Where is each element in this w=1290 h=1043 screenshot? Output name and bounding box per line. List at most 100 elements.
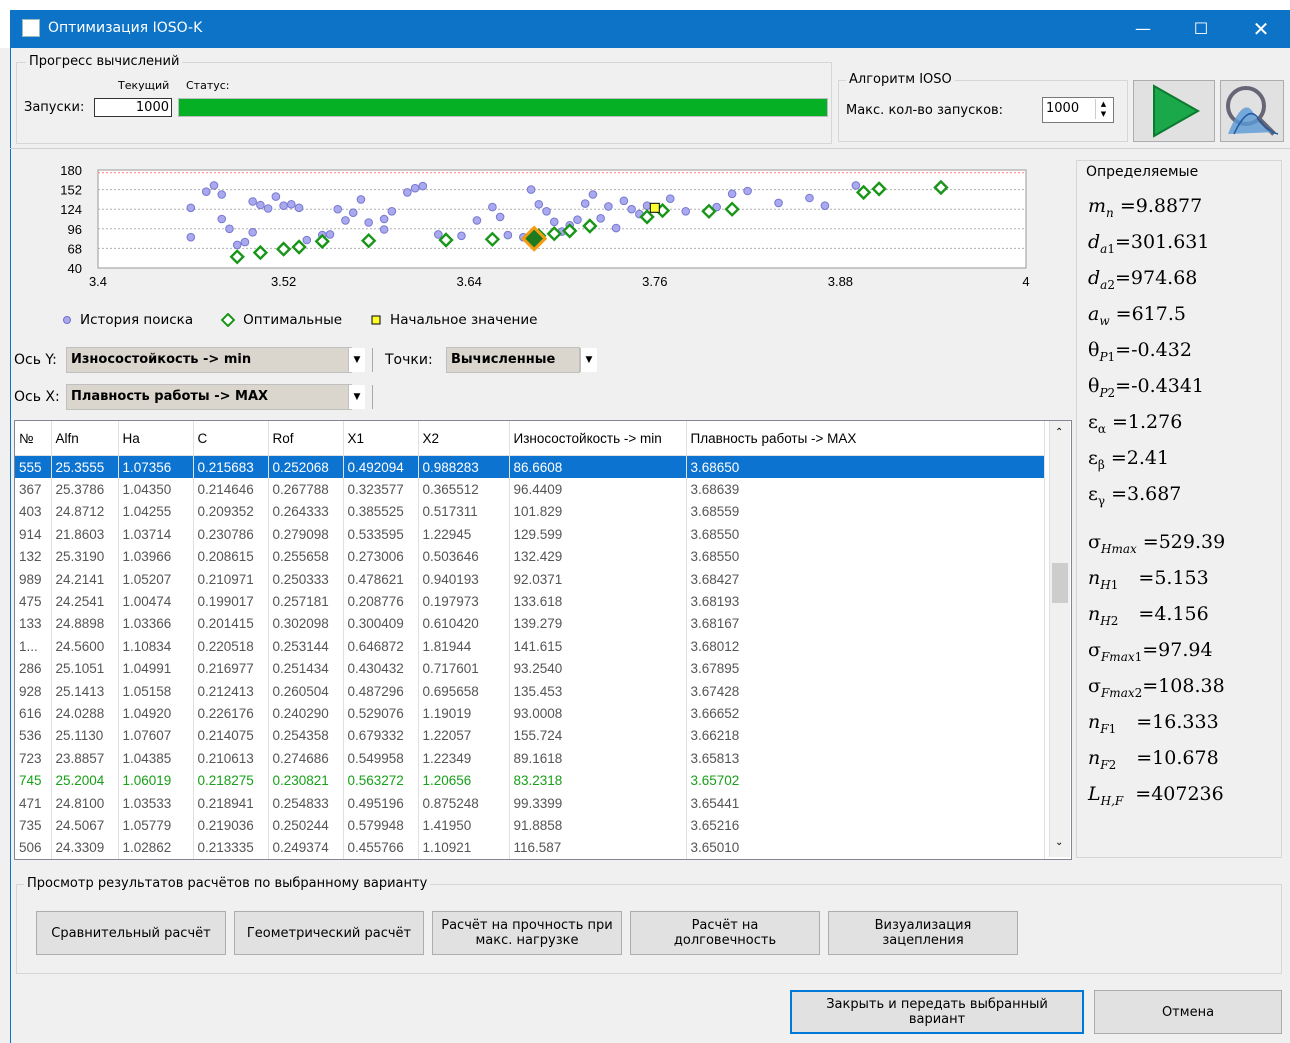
table-cell: 0.218941 [193,791,269,815]
table-cell: 0.517311 [418,500,510,524]
x-axis-dropdown-icon[interactable]: ▼ [348,385,365,409]
column-header[interactable]: C [193,421,269,456]
table-cell: 0.279098 [268,523,344,546]
history-point [549,217,559,227]
table-cell: 1.04255 [118,500,194,524]
table-cell: 3.68650 [686,455,1045,479]
table-cell: 3.68550 [686,545,1045,568]
max-runs-spinner[interactable]: 1000 ▲ ▼ [1042,97,1114,123]
table-cell: 0.563272 [343,769,419,792]
compare-calc-button[interactable]: Сравнительный расчёт [36,911,226,955]
y-axis-select[interactable]: Износостойкость -> min [66,347,352,373]
cancel-button[interactable]: Отмена [1094,990,1282,1034]
table-row[interactable]: 1... 24.5600 1.10834 0.220518 0.253144 0.6468… [15,635,1045,658]
column-header[interactable]: Alfn [51,421,119,456]
window-title: Оптимизация IOSO-K [48,20,203,36]
table-row[interactable]: 286 25.1051 1.04991 0.216977 0.251434 0.43043… [15,657,1045,680]
results-table-container[interactable]: № Alfn Ha C Rof X1 X2 Износостойкость -> min Пла… [14,420,1072,860]
spinner-arrows-icon[interactable]: ▲ ▼ [1095,99,1111,119]
strength-calc-button[interactable]: Расчёт на прочность при макс. нагрузке [432,911,622,955]
surface-plot-button[interactable] [1220,80,1284,142]
points-dropdown-icon[interactable]: ▼ [580,348,597,372]
table-cell: 0.323577 [343,478,419,501]
table-row[interactable]: 475 24.2541 1.00474 0.199017 0.257181 0.20877… [15,590,1045,613]
table-cell: 0.533595 [343,523,419,546]
table-cell: 0.218275 [193,769,269,792]
table-row[interactable]: 471 24.8100 1.03533 0.218941 0.254833 0.49519… [15,791,1045,815]
history-point [727,189,737,199]
scroll-up-icon[interactable]: ⌃ [1055,427,1063,438]
table-cell: 0.230786 [193,523,269,546]
table-row[interactable]: 133 24.8898 1.03366 0.201415 0.302098 0.30040… [15,612,1045,636]
table-cell: 471 [15,791,52,815]
table-cell: 0.226176 [193,702,269,725]
table-cell: 1.04920 [118,702,194,725]
surface-plot-icon [1226,86,1279,136]
table-row[interactable]: 367 25.3786 1.04350 0.214646 0.267788 0.32357… [15,478,1045,501]
close-and-pass-button[interactable]: Закрыть и передать выбранный вариант [790,990,1084,1034]
table-row[interactable]: 555 25.3555 1.07356 0.215683 0.252068 0.49209… [15,455,1045,479]
table-cell: 93.0008 [509,702,687,725]
history-point [348,208,358,218]
durability-calc-button[interactable]: Расчёт на долговечность [630,911,820,955]
points-select[interactable]: Вычисленные [446,347,580,373]
table-row[interactable]: 735 24.5067 1.05779 0.219036 0.250244 0.57994… [15,814,1045,837]
close-icon[interactable]: ✕ [1232,10,1290,48]
table-row[interactable]: 989 24.2141 1.05207 0.210971 0.250333 0.47862… [15,567,1045,591]
table-cell: 93.2540 [509,657,687,680]
column-header[interactable]: Износостойкость -> min [509,421,687,456]
table-row[interactable]: 914 21.8603 1.03714 0.230786 0.279098 0.53359… [15,523,1045,546]
table-cell: 133.618 [509,590,687,613]
scrollbar-thumb[interactable] [1052,563,1068,603]
table-row[interactable]: 132 25.3190 1.03966 0.208615 0.255658 0.27300… [15,545,1045,568]
y-axis-dropdown-icon[interactable]: ▼ [348,348,365,372]
minimize-icon[interactable]: — [1114,10,1172,48]
x-axis-select[interactable]: Плавность работы -> MAX [66,384,352,410]
table-cell: 989 [15,567,52,591]
column-header[interactable]: Ha [118,421,194,456]
column-header[interactable]: X2 [418,421,510,456]
points-value: Вычисленные [451,352,556,367]
table-cell: 3.65441 [686,791,1045,815]
table-cell: 129.599 [509,523,687,546]
table-cell: 25.1413 [51,679,119,703]
table-row[interactable]: 745 25.2004 1.06019 0.218275 0.230821 0.56327… [15,769,1045,792]
table-cell: 0.430432 [343,657,419,680]
table-row[interactable]: 506 24.3309 1.02862 0.213335 0.249374 0.45576… [15,836,1045,859]
param-lhf: LH,F =407236 [1088,783,1224,808]
table-row[interactable]: 536 25.1130 1.07607 0.214075 0.254358 0.67933… [15,724,1045,748]
history-point [232,240,242,250]
table-scrollbar[interactable]: ⌃ ⌄ [1049,421,1070,857]
history-point [201,187,211,197]
chart-legend: История поиска Оптимальные Начальное зна… [62,312,537,328]
history-point [240,237,250,247]
table-row[interactable]: 403 24.8712 1.04255 0.209352 0.264333 0.38552… [15,500,1045,524]
history-point [495,212,505,222]
table-cell: 3.65010 [686,836,1045,859]
column-header[interactable]: № [15,421,52,456]
column-header[interactable]: Rof [268,421,344,456]
history-point [681,207,691,216]
table-cell: 1.41950 [418,814,510,837]
table-cell: 86.6608 [509,455,687,479]
table-cell: 0.201415 [193,612,269,636]
geometry-calc-button[interactable]: Геометрический расчёт [234,911,424,955]
scroll-down-icon[interactable]: ⌄ [1055,837,1063,848]
column-header[interactable]: Плавность работы -> MAX [686,421,1045,456]
table-row[interactable]: 616 24.0288 1.04920 0.226176 0.240290 0.52907… [15,702,1045,725]
table-cell: 0.529076 [343,702,419,725]
table-cell: 3.66652 [686,702,1045,725]
history-point [217,214,227,224]
runs-label: Запуски: [24,100,85,115]
y-tick-label: 40 [68,261,82,276]
table-cell: 0.220518 [193,635,269,658]
run-button[interactable] [1133,80,1215,142]
column-header[interactable]: X1 [343,421,419,456]
maximize-icon[interactable]: ☐ [1172,10,1230,48]
table-row[interactable]: 928 25.1413 1.05158 0.212413 0.260504 0.48729… [15,679,1045,703]
table-row[interactable]: 723 23.8857 1.04385 0.210613 0.274686 0.54995… [15,747,1045,770]
mesh-visualization-button[interactable]: Визуализация зацепления [828,911,1018,955]
history-point [805,193,814,203]
table-cell: 1.03966 [118,545,194,568]
table-cell: 0.495196 [343,791,419,815]
